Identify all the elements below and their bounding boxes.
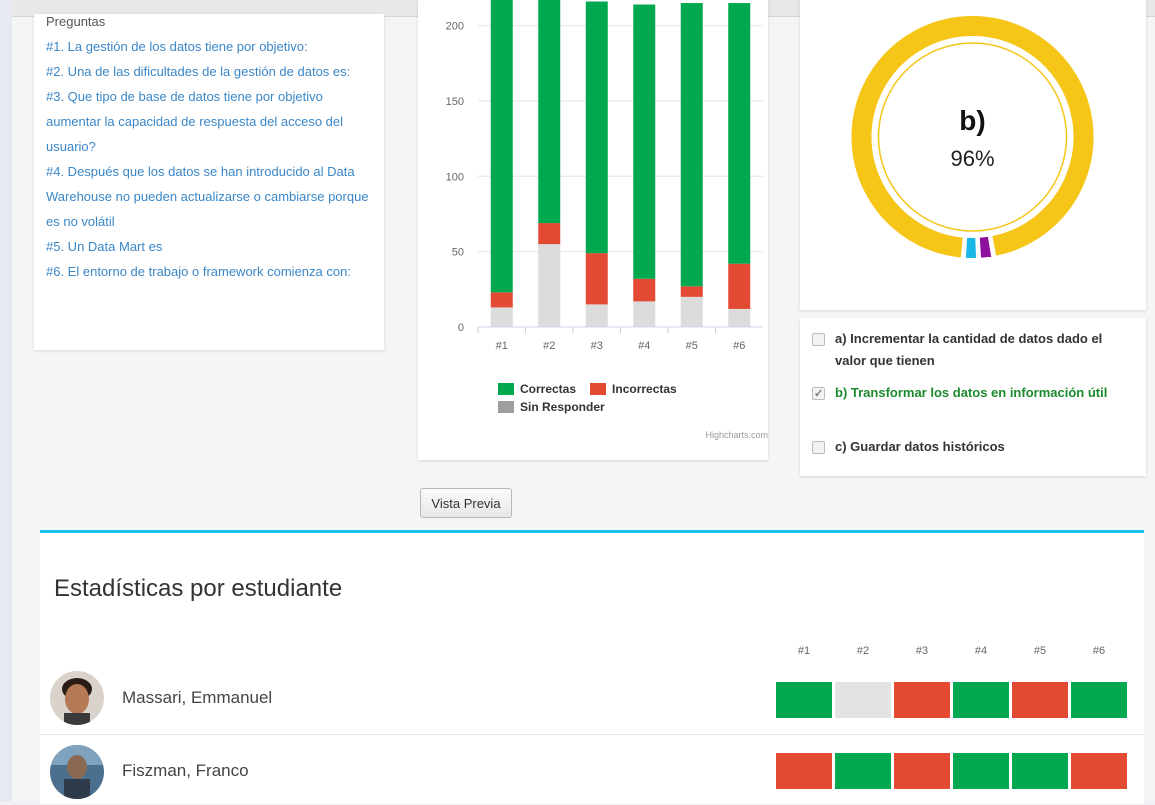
bar-segment	[585, 304, 608, 327]
bar-segment	[633, 301, 656, 327]
question-link-2[interactable]: #2. Una de las dificultades de la gestió…	[46, 59, 376, 84]
avatar-photo	[50, 671, 104, 725]
result-cell-q4	[953, 682, 1009, 718]
question-header-3: #3	[915, 645, 929, 657]
result-cell-q4	[953, 753, 1009, 789]
option-c: c) Guardar datos históricos	[812, 436, 1132, 458]
questions-title: Preguntas	[46, 14, 106, 29]
student-name[interactable]: Massari, Emmanuel	[122, 688, 272, 708]
result-cell-q3	[894, 753, 950, 789]
bar-segment	[585, 1, 608, 254]
result-cell-q5	[1012, 682, 1068, 718]
option-b-checkbox[interactable]	[812, 383, 825, 405]
x-tick-label: #3	[591, 340, 603, 352]
donut-chart	[849, 14, 1096, 260]
result-cell-q5	[1012, 753, 1068, 789]
student-stats-panel: Estadísticas por estudiante #1 #2 #3 #4 …	[40, 530, 1144, 804]
bar-segment	[490, 292, 513, 308]
result-cell-q1	[776, 753, 832, 789]
bar-segment	[490, 0, 513, 293]
legend-item-incorrectas[interactable]: Incorrectas	[590, 382, 677, 396]
donut-inner-ring	[877, 42, 1068, 232]
bar-segment	[680, 286, 703, 297]
question-header-4: #4	[974, 645, 988, 657]
question-header-1: #1	[797, 645, 811, 657]
question-header-6: #6	[1092, 645, 1106, 657]
preview-button[interactable]: Vista Previa	[420, 488, 512, 518]
bar-segment	[728, 3, 751, 264]
result-cell-q1	[776, 682, 832, 718]
donut-slice[interactable]	[977, 234, 994, 260]
legend-label-incorrectas: Incorrectas	[612, 382, 677, 396]
answer-options-panel: a) Incrementar la cantidad de datos dado…	[800, 318, 1146, 476]
stats-title: Estadísticas por estudiante	[54, 575, 343, 602]
left-rail	[0, 0, 12, 801]
y-tick-label: 150	[446, 96, 464, 108]
x-tick-label: #5	[686, 340, 698, 352]
avatar-photo	[50, 745, 104, 799]
result-cell-q2	[835, 682, 891, 718]
y-tick-label: 100	[446, 171, 464, 183]
option-b-label: b) Transformar los datos en información …	[835, 385, 1108, 400]
legend-item-correctas[interactable]: Correctas	[498, 382, 576, 396]
bar-segment	[633, 278, 656, 302]
donut-center-value: 96%	[950, 146, 995, 171]
legend-label-sin-responder: Sin Responder	[520, 400, 605, 414]
avatar[interactable]	[50, 745, 104, 799]
bar-segment	[538, 0, 561, 224]
result-cell-q6	[1071, 682, 1127, 718]
donut-center-label: b)	[959, 105, 986, 136]
question-link-5[interactable]: #5. Un Data Mart es	[46, 234, 376, 259]
x-tick-label: #1	[496, 340, 508, 352]
option-b: b) Transformar los datos en información …	[812, 382, 1132, 405]
bar-segment	[538, 223, 561, 245]
legend-label-correctas: Correctas	[520, 382, 577, 396]
stacked-bar-chart: 0 50 100 150 200 #1 #2 #3 #4 #5 #6	[446, 0, 763, 352]
option-a-label: a) Incrementar la cantidad de datos dado…	[835, 331, 1103, 368]
option-a-checkbox[interactable]	[812, 333, 825, 346]
student-name[interactable]: Fiszman, Franco	[122, 761, 249, 781]
bar-segment	[538, 244, 561, 327]
questions-panel: Preguntas #1. La gestión de los datos ti…	[34, 14, 384, 350]
bar-segment	[633, 4, 656, 279]
x-tick-label: #6	[733, 340, 745, 352]
legend-swatch-incorrectas	[590, 383, 607, 395]
legend-swatch-correctas	[498, 383, 514, 395]
result-cell-q6	[1071, 753, 1127, 789]
bar-segment	[680, 3, 703, 287]
bar-segment	[680, 296, 703, 327]
y-tick-label: 200	[446, 21, 464, 33]
result-cell-q2	[835, 753, 891, 789]
answers-chart-panel: 0 50 100 150 200 #1 #2 #3 #4 #5 #6 Correctas Incor…	[418, 0, 768, 460]
question-header-2: #2	[856, 645, 870, 657]
x-tick-label: #4	[638, 340, 650, 352]
question-link-4[interactable]: #4. Después que los datos se han introdu…	[46, 159, 376, 234]
x-tick-label: #2	[543, 340, 555, 352]
chart-credits[interactable]: Highcharts.com	[705, 430, 768, 440]
student-row: Massari, Emmanuel	[40, 664, 1144, 735]
question-link-1[interactable]: #1. La gestión de los datos tiene por ob…	[46, 34, 376, 59]
bar-segment	[728, 263, 751, 309]
question-link-3[interactable]: #3. Que tipo de base de datos tiene por …	[46, 84, 376, 159]
legend-swatch-sin-responder	[498, 401, 514, 413]
bar-segment	[728, 308, 751, 327]
donut-slice[interactable]	[963, 235, 979, 260]
avatar[interactable]	[50, 671, 104, 725]
bar-segment	[585, 253, 608, 305]
y-tick-label: 0	[458, 322, 464, 334]
student-row: Fiszman, Franco	[40, 735, 1144, 805]
option-c-label: c) Guardar datos históricos	[835, 439, 1005, 454]
option-a: a) Incrementar la cantidad de datos dado…	[812, 328, 1132, 372]
chart-legend: Correctas Incorrectas Sin Responder	[498, 380, 691, 416]
legend-item-sin-responder[interactable]: Sin Responder	[498, 400, 605, 414]
y-tick-label: 50	[452, 247, 464, 259]
questions-list: #1. La gestión de los datos tiene por ob…	[46, 34, 376, 284]
option-c-checkbox[interactable]	[812, 441, 825, 454]
result-cell-q3	[894, 682, 950, 718]
question-link-6[interactable]: #6. El entorno de trabajo o framework co…	[46, 259, 376, 284]
answer-distribution-panel: b) 96%	[800, 0, 1146, 310]
question-header-5: #5	[1033, 645, 1047, 657]
bar-segment	[490, 307, 513, 327]
